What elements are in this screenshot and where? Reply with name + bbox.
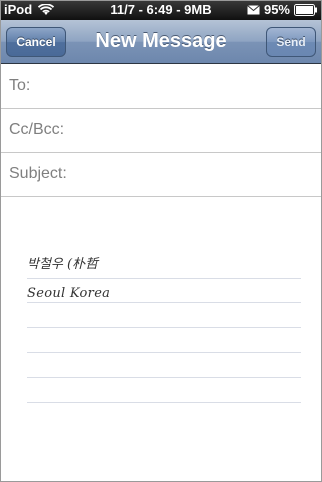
ruled-line	[27, 402, 301, 403]
ruled-line	[27, 278, 301, 279]
ruled-line	[27, 302, 301, 303]
subject-label: Subject:	[9, 165, 67, 182]
status-bar-right: 95%	[247, 2, 318, 17]
navigation-bar: Cancel New Message Send	[0, 20, 322, 64]
status-bar-left: iPod	[4, 2, 55, 17]
battery-percent: 95%	[263, 2, 290, 17]
carrier-label: iPod	[4, 2, 33, 17]
send-button[interactable]: Send	[266, 27, 316, 57]
ruled-line	[27, 327, 301, 328]
handwriting-line-2: Seoul Korea	[27, 286, 111, 301]
cc-bcc-field[interactable]: Cc/Bcc:	[0, 109, 322, 153]
handwriting-line-1: 박철우 (朴哲	[27, 257, 99, 272]
ruled-line	[27, 377, 301, 378]
wifi-icon	[38, 3, 55, 16]
subject-field[interactable]: Subject:	[0, 153, 322, 197]
ruled-line	[27, 352, 301, 353]
mail-icon	[247, 4, 260, 15]
cc-bcc-label: Cc/Bcc:	[9, 121, 65, 138]
to-label: To:	[9, 77, 31, 94]
battery-icon	[294, 3, 318, 16]
status-bar: iPod 11/7 - 6:49 - 9MB 95%	[0, 0, 322, 20]
message-body[interactable]: 박철우 (朴哲 Seoul Korea	[0, 197, 322, 482]
to-field[interactable]: To:	[0, 65, 322, 109]
